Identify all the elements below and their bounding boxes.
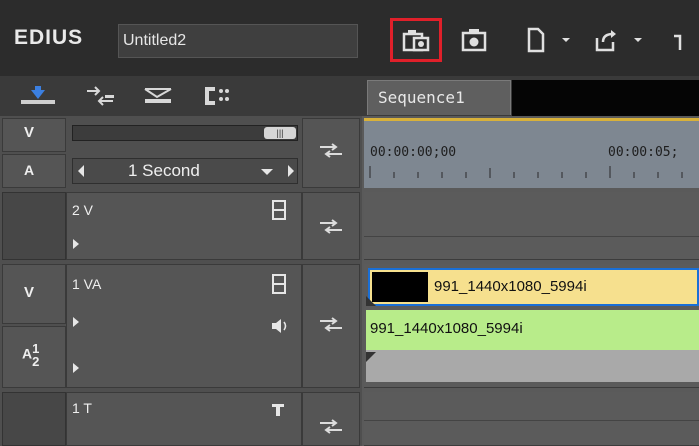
clip-thumbnail [372,272,428,302]
timescale-label: 1 Second [128,161,200,180]
patch-icon [320,419,342,434]
track-1t-toggle[interactable] [2,392,66,446]
track-header-1va[interactable] [66,264,302,388]
partial-icon [673,34,681,50]
ruler-ticks [369,166,683,178]
new-document-icon [527,27,545,53]
clip-in-marker-icon [366,296,376,306]
chevron-right-icon[interactable] [286,164,296,178]
audio-channel-label: A12 [22,342,39,368]
chevron-down-icon [562,38,570,42]
patch-icon [320,317,342,332]
track-name: 1 VA [72,276,102,292]
export-icon [595,30,616,52]
sync-icon [205,87,229,105]
export-dropdown-button[interactable] [628,18,648,62]
track-2v-toggle[interactable] [2,192,66,260]
mode-icon [21,86,55,104]
track-header-2v[interactable] [66,192,302,260]
audio-label-main: A [22,345,33,362]
v-toggle-label: V [24,124,35,141]
project-name: Untitled2 [118,24,358,58]
new-dropdown-button[interactable] [556,18,576,62]
chevron-left-icon[interactable] [76,164,86,178]
track-name: 1 T [72,400,92,416]
chevron-down-icon [634,38,642,42]
snapshot-icon [461,29,487,52]
snapshot-button[interactable] [448,18,500,62]
lane-divider [364,236,699,237]
capture-icon [402,30,430,52]
v-toggle-label: V [24,284,35,301]
new-sequence-button[interactable] [516,18,556,62]
track-display-icon[interactable] [272,274,286,294]
capture-button[interactable] [390,18,442,62]
expand-arrow-icon[interactable] [72,362,80,374]
audio-label-sub: 2 [32,354,40,369]
patch-icon [320,219,342,234]
waveform-icon [144,88,172,103]
video-clip-label: 991_1440x1080_5994i [434,278,587,295]
ripple-icon [87,86,114,106]
ruler-timecode: 00:00:00;00 [370,145,457,160]
title-track-icon [272,404,284,416]
clip-in-marker-icon [366,352,376,362]
track-header-1t[interactable] [66,392,302,446]
expand-arrow-icon[interactable] [72,238,80,250]
track-name: 2 V [72,202,94,218]
patch-icon [320,143,342,158]
chevron-down-icon[interactable] [260,168,274,176]
lane-divider [364,420,699,421]
sync-lock-button[interactable] [198,80,234,112]
waveform-button[interactable] [140,80,176,112]
track-display-icon[interactable] [272,200,286,220]
export-button[interactable] [584,18,628,62]
audio-clip-label: 991_1440x1080_5994i [370,320,523,337]
more-tools-button[interactable] [660,18,699,62]
tab-sequence1[interactable]: Sequence1 [367,80,511,115]
expand-arrow-icon[interactable] [72,316,80,328]
ripple-mode-button[interactable] [82,80,118,112]
a-toggle-label: A [24,162,35,178]
ruler-timecode: 00:00:05; [608,145,679,160]
track-lane-1t[interactable] [364,392,699,446]
app-logo: EDIUS [14,26,84,49]
zoom-slider-thumb[interactable]: ||| [264,127,296,139]
mode-button[interactable] [20,80,56,112]
audio-waveform [366,350,699,382]
tab-bar-empty [512,80,699,116]
track-lane-2v[interactable] [364,192,699,260]
speaker-icon[interactable] [270,318,290,334]
